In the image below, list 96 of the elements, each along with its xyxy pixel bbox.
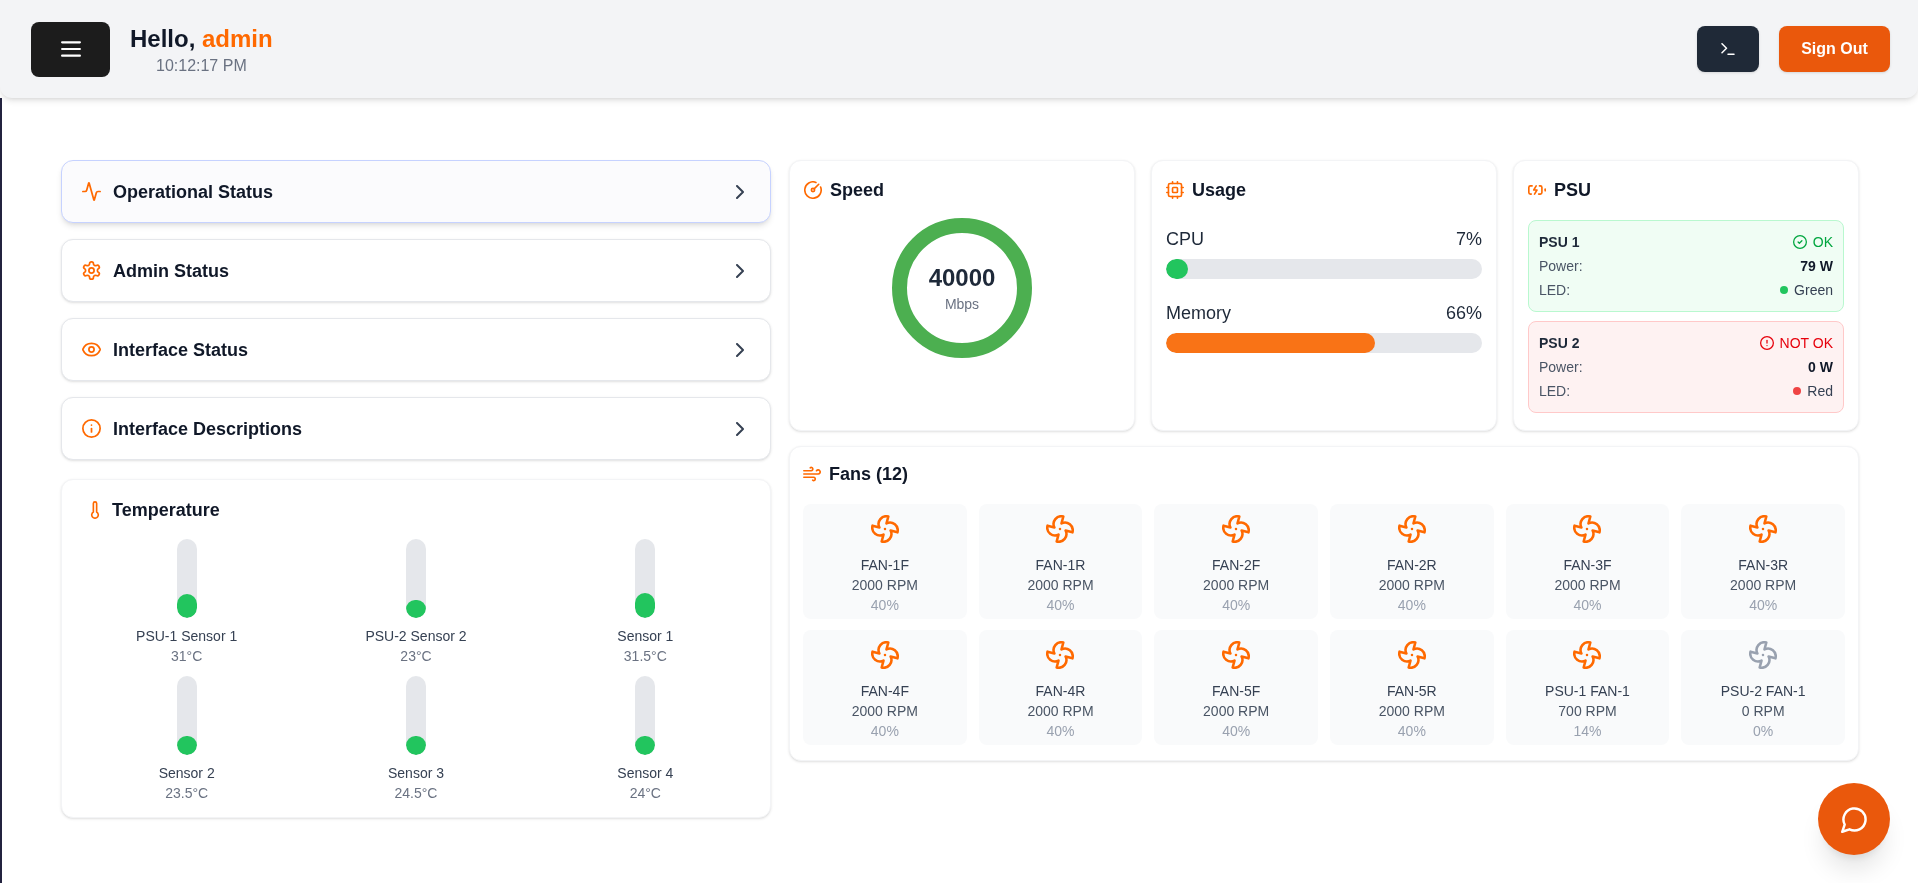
sensor-name: Sensor 2 — [158, 764, 215, 783]
nav-item[interactable]: Operational Status — [61, 160, 771, 223]
card-title: Fans (12) — [829, 463, 909, 486]
nav-item[interactable]: Interface Descriptions — [61, 397, 771, 460]
chat-bubble-icon — [1840, 805, 1868, 833]
fan-name: FAN-3R — [1738, 556, 1789, 575]
fan-duty: 40% — [870, 596, 899, 615]
fan-name: FAN-2R — [1386, 556, 1437, 575]
fan-rpm: 2000 RPM — [1027, 576, 1094, 595]
fan-duty: 40% — [1046, 596, 1075, 615]
fan-name: FAN-5F — [1212, 682, 1261, 701]
chevron-right-icon — [736, 263, 744, 278]
sensor-reading: 23.5°C — [165, 784, 209, 803]
psu-name: PSU 2 — [1539, 334, 1580, 353]
fan-rpm: 2000 RPM — [851, 702, 918, 721]
fan-duty: 40% — [1397, 722, 1426, 741]
card-title: PSU — [1554, 179, 1591, 202]
fan-name: PSU-1 FAN-1 — [1545, 682, 1630, 701]
fan-duty: 40% — [1222, 722, 1251, 741]
led-value: Red — [1807, 382, 1833, 401]
check-circle-icon — [1792, 235, 1807, 249]
fan-rpm: 2000 RPM — [1378, 576, 1445, 595]
chevron-right-icon — [736, 342, 744, 357]
fan-rpm: 2000 RPM — [851, 576, 918, 595]
wind-icon — [803, 465, 821, 483]
power-value: 0 W — [1808, 358, 1833, 377]
fan-name: FAN-4R — [1035, 682, 1086, 701]
fan-duty: 40% — [1046, 722, 1075, 741]
led-label: LED: — [1539, 281, 1571, 300]
cpu-icon — [1166, 181, 1184, 199]
alert-circle-icon — [1759, 336, 1774, 350]
fan-rpm: 2000 RPM — [1554, 576, 1621, 595]
gear-icon — [82, 261, 101, 280]
meter-reading: 66% — [1445, 302, 1482, 325]
sensor-reading: 31.5°C — [623, 647, 667, 666]
clock-time: 10:12:17 PM — [156, 56, 247, 76]
menu-icon — [60, 41, 81, 57]
fan-rpm: 700 RPM — [1558, 702, 1617, 721]
led-label: LED: — [1539, 382, 1571, 401]
fan-duty: 40% — [870, 722, 899, 741]
fan-rpm: 2000 RPM — [1203, 702, 1270, 721]
fan-name: FAN-3F — [1563, 556, 1612, 575]
card-title: Usage — [1192, 179, 1247, 202]
fan-duty: 40% — [1573, 596, 1602, 615]
fan-rpm: 0 RPM — [1741, 702, 1785, 721]
gauge-icon — [804, 181, 822, 199]
meter-label: Memory — [1166, 302, 1231, 325]
sensor-name: Sensor 3 — [387, 764, 444, 783]
chevron-right-icon — [736, 184, 744, 199]
sensor-reading: 23°C — [400, 647, 432, 666]
fan-duty: 40% — [1397, 596, 1426, 615]
nav-item[interactable]: Admin Status — [61, 239, 771, 302]
led-value: Green — [1794, 281, 1833, 300]
power-label: Power: — [1539, 257, 1583, 276]
pulse-icon — [82, 182, 101, 201]
sign-out-button[interactable]: Sign Out — [1779, 26, 1890, 72]
fan-duty: 14% — [1573, 722, 1602, 741]
fan-duty: 0% — [1753, 722, 1774, 741]
meter-label: CPU — [1166, 228, 1204, 251]
nav-item[interactable]: Interface Status — [61, 318, 771, 381]
speed-unit: Mbps — [944, 295, 980, 314]
psu-status: NOT OK — [1779, 334, 1833, 353]
fan-name: FAN-1F — [860, 556, 909, 575]
fan-name: PSU-2 FAN-1 — [1720, 682, 1806, 701]
power-label: Power: — [1539, 358, 1583, 377]
sensor-reading: 24°C — [629, 784, 661, 803]
eye-icon — [82, 340, 101, 359]
speed-value: 40000 — [928, 263, 996, 293]
power-value: 79 W — [1800, 257, 1833, 276]
fan-rpm: 2000 RPM — [1378, 702, 1445, 721]
sensor-name: Sensor 4 — [617, 764, 674, 783]
card-title: Speed — [830, 179, 885, 202]
fan-rpm: 2000 RPM — [1027, 702, 1094, 721]
menu-button[interactable] — [31, 21, 110, 77]
psu-status: OK — [1812, 233, 1833, 252]
terminal-button[interactable] — [1697, 26, 1759, 72]
psu-name: PSU 1 — [1539, 233, 1580, 252]
chevron-right-icon — [736, 421, 744, 436]
fan-rpm: 2000 RPM — [1203, 576, 1270, 595]
fan-name: FAN-5R — [1386, 682, 1437, 701]
fan-name: FAN-2F — [1212, 556, 1261, 575]
greeting-text: Hello, admin — [130, 24, 273, 54]
fan-duty: 40% — [1749, 596, 1778, 615]
meter-reading: 7% — [1456, 228, 1482, 251]
fan-name: FAN-1R — [1035, 556, 1086, 575]
sensor-reading: 31°C — [171, 647, 203, 666]
card-title: Temperature — [112, 499, 220, 522]
fan-name: FAN-4F — [860, 682, 909, 701]
terminal-icon — [1721, 43, 1735, 55]
info-icon — [82, 419, 101, 438]
fan-rpm: 2000 RPM — [1730, 576, 1797, 595]
sensor-name: PSU-1 Sensor 1 — [136, 627, 238, 646]
sensor-name: Sensor 1 — [617, 627, 674, 646]
fan-duty: 40% — [1222, 596, 1251, 615]
sensor-name: PSU-2 Sensor 2 — [365, 627, 467, 646]
sensor-reading: 24.5°C — [394, 784, 438, 803]
